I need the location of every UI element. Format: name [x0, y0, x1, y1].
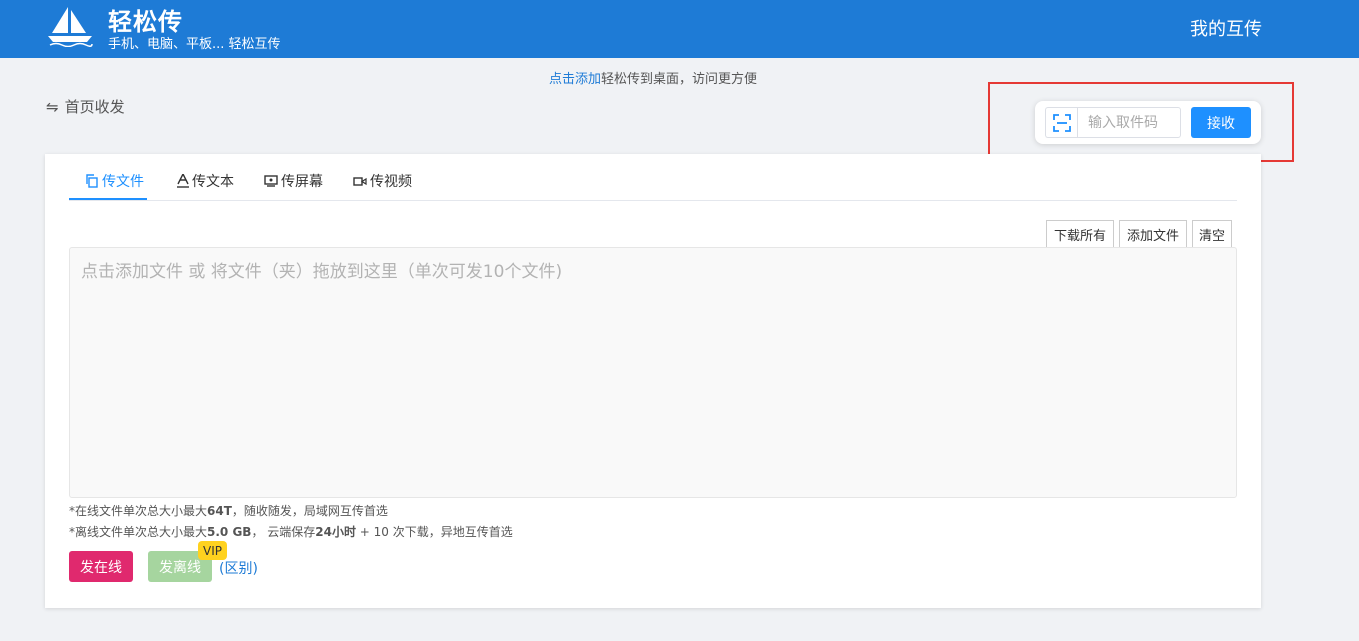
breadcrumb: ⇋ 首页收发 [46, 96, 125, 117]
add-file-button[interactable]: 添加文件 [1119, 220, 1187, 248]
app-header: 轻松传 手机、电脑、平板... 轻松互传 我的互传 [0, 0, 1359, 58]
note-text: + 10 次下载，异地互传首选 [355, 525, 513, 539]
video-icon [353, 177, 367, 186]
text-icon [177, 174, 189, 188]
download-all-button[interactable]: 下载所有 [1046, 220, 1114, 248]
scan-button[interactable] [1045, 107, 1077, 138]
tab-send-text[interactable]: 传文本 [177, 171, 234, 191]
note-text: *离线文件单次总大小最大 [69, 525, 208, 539]
tab-send-file[interactable]: 传文件 [85, 171, 144, 191]
tab-label: 传屏幕 [281, 174, 323, 190]
dropzone-hint: 点击添加文件 或 将文件（夹）拖放到这里（单次可发10个文件) [81, 262, 563, 282]
active-tab-indicator [69, 198, 147, 200]
breadcrumb-label: 首页收发 [64, 98, 125, 116]
note-text: ，随收随发，局域网互传首选 [231, 504, 388, 518]
transfer-card: 传文件 传文本 传屏幕 传视频 下载所有 添加文件 清空 点击添加文件 或 将文… [45, 154, 1261, 608]
tab-send-video[interactable]: 传视频 [353, 171, 412, 191]
note-text: *在线文件单次总大小最大 [69, 504, 208, 518]
transfer-tabs: 传文件 传文本 传屏幕 传视频 [69, 154, 1237, 201]
tip-text: 轻松传到桌面，访问更方便 [601, 72, 758, 87]
offline-retention: 24小时 [315, 525, 356, 539]
file-dropzone[interactable]: 点击添加文件 或 将文件（夹）拖放到这里（单次可发10个文件) [69, 247, 1237, 498]
add-to-desktop-link[interactable]: 点击添加 [549, 72, 601, 87]
online-file-note: *在线文件单次总大小最大64T，随收随发，局域网互传首选 [69, 502, 388, 519]
screen-icon [264, 175, 278, 187]
receive-button[interactable]: 接收 [1191, 107, 1251, 138]
tab-send-screen[interactable]: 传屏幕 [264, 171, 323, 191]
send-online-button[interactable]: 发在线 [69, 551, 133, 582]
offline-size-limit: 5.0 GB [207, 525, 252, 539]
note-text: ， 云端保存 [251, 525, 316, 539]
tab-label: 传文本 [192, 174, 234, 190]
sailboat-icon [48, 7, 93, 47]
app-title: 轻松传 [108, 8, 183, 36]
tab-label: 传文件 [102, 174, 144, 190]
receive-panel: 接收 [1035, 101, 1261, 144]
difference-link[interactable]: (区别) [219, 558, 258, 578]
clear-button[interactable]: 清空 [1192, 220, 1232, 248]
online-size-limit: 64T [207, 504, 232, 518]
swap-icon: ⇋ [46, 98, 59, 116]
app-subtitle: 手机、电脑、平板... 轻松互传 [108, 37, 281, 52]
copy-icon [86, 174, 98, 188]
offline-file-note: *离线文件单次总大小最大5.0 GB， 云端保存24小时 + 10 次下载，异地… [69, 523, 513, 540]
scan-icon [1052, 113, 1071, 132]
tab-label: 传视频 [370, 174, 412, 190]
my-transfer-link[interactable]: 我的互传 [1190, 15, 1262, 41]
pickup-code-input[interactable] [1077, 107, 1181, 138]
